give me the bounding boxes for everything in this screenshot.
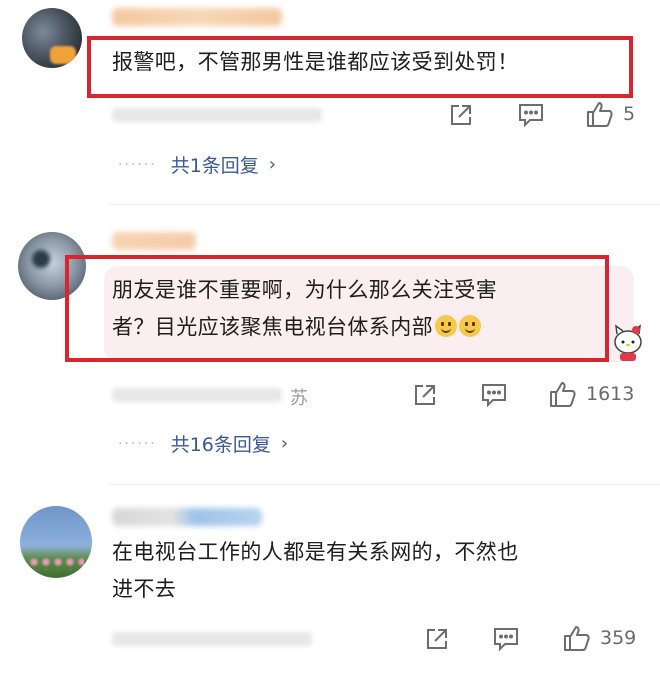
like-count: 5	[623, 103, 636, 125]
comment-icon	[519, 104, 543, 128]
avatar[interactable]	[20, 506, 92, 578]
chevron-right-icon: ›	[268, 154, 276, 175]
avatar[interactable]	[22, 8, 82, 68]
comment-button[interactable]	[480, 382, 508, 408]
thumbs-up-icon	[550, 382, 576, 407]
view-replies-link[interactable]: ······ 共16条回复 ›	[118, 430, 288, 457]
highlight-box	[87, 36, 633, 98]
share-button[interactable]	[424, 626, 450, 652]
comment-text-line-2: 进不去	[112, 577, 177, 601]
like-count: 1613	[586, 383, 635, 405]
share-icon	[451, 105, 471, 125]
username-blurred[interactable]	[112, 508, 262, 526]
view-replies-link[interactable]: ······ 共1条回复 ›	[118, 151, 276, 178]
like-button[interactable]: 1613	[548, 380, 634, 408]
comment-meta-blurred	[112, 108, 322, 122]
kitty-sticker-icon	[608, 322, 648, 362]
comment-icon	[482, 384, 506, 408]
divider	[110, 204, 660, 205]
username-blurred[interactable]	[112, 232, 196, 250]
comment-button[interactable]	[492, 626, 520, 652]
comment-button[interactable]	[517, 102, 545, 128]
divider	[110, 484, 660, 485]
comment-meta-blurred	[112, 632, 312, 646]
like-button[interactable]: 359	[562, 624, 636, 652]
replies-count-label[interactable]: 共16条回复	[171, 430, 271, 457]
share-button[interactable]	[448, 102, 474, 128]
ellipsis: ······	[118, 156, 157, 173]
thumbs-up-icon	[564, 626, 590, 651]
share-button[interactable]	[412, 382, 438, 408]
like-button[interactable]: 5	[585, 100, 635, 128]
highlight-box	[65, 255, 609, 362]
thumbs-up-icon	[587, 102, 613, 127]
comment-text-line-1: 在电视台工作的人都是有关系网的，不然也	[112, 540, 519, 564]
share-icon	[427, 629, 447, 649]
comment-meta-blurred	[112, 388, 282, 402]
username-blurred[interactable]	[112, 8, 282, 26]
comment-icon	[494, 628, 518, 652]
share-icon	[415, 385, 435, 405]
location-fragment: 苏	[290, 388, 308, 409]
replies-count-label[interactable]: 共1条回复	[171, 151, 259, 178]
ellipsis: ······	[118, 435, 157, 452]
chevron-right-icon: ›	[280, 433, 289, 454]
like-count: 359	[600, 627, 637, 649]
